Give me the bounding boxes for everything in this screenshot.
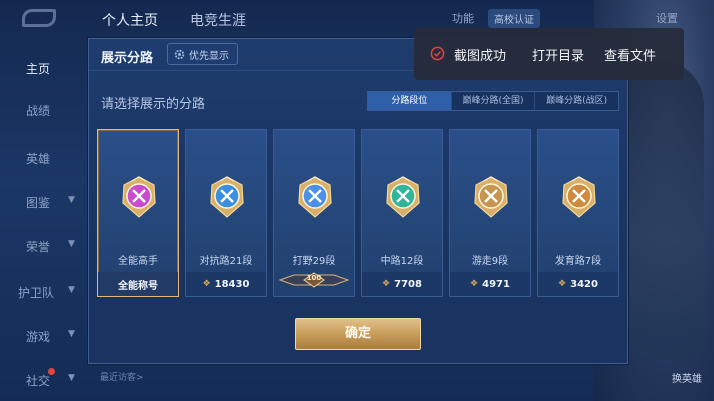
check-circle-icon <box>430 46 445 61</box>
mid-lane-emblem-icon <box>386 176 420 218</box>
lane-card[interactable]: 全能高手 全能称号 <box>97 129 179 297</box>
view-file-link[interactable]: 查看文件 <box>604 45 656 64</box>
dialog-title: 展示分路 <box>101 51 154 66</box>
sidebar-item-label: 游戏 <box>26 330 51 344</box>
lane-card[interactable]: 发育路7段 ❖ 3420 <box>537 129 619 297</box>
settings-button[interactable]: 设置 <box>656 10 678 26</box>
notification-dot <box>48 368 55 375</box>
chevron-down-icon: ▼ <box>68 239 75 249</box>
tab-esports-career[interactable]: 电竞生涯 <box>190 10 246 30</box>
sidebar-item-label: 主页 <box>26 62 51 76</box>
sidebar-item-label: 英雄 <box>26 152 51 166</box>
screenshot-toast: 截图成功 打开目录 查看文件 <box>414 28 684 80</box>
sidebar-item-label: 荣誉 <box>26 240 51 254</box>
lane-score: 全能称号 <box>118 280 158 292</box>
school-auth-badge[interactable]: 高校认证 <box>488 9 540 28</box>
lane-card[interactable]: 打野29段 100 <box>273 129 355 297</box>
lane-card[interactable]: 对抗路21段 ❖ 18430 <box>185 129 267 297</box>
rank-arrow-icon: ❖ <box>558 279 567 289</box>
switch-hero-button[interactable]: 换英雄 <box>672 370 702 385</box>
jungle-emblem-icon <box>298 176 332 218</box>
peak-rank-badge: 100 <box>278 272 350 288</box>
peak-rank-value: 100 <box>306 274 322 282</box>
lane-score: 7708 <box>394 278 422 290</box>
allround-emblem-icon <box>122 176 156 218</box>
sidebar-item-label: 社交 <box>26 374 51 388</box>
chevron-down-icon: ▼ <box>68 373 75 383</box>
tab-peak-national[interactable]: 巅峰分路(全国) <box>450 92 535 110</box>
lane-score-row: 全能称号 <box>98 272 178 296</box>
lane-score-row: ❖ 7708 <box>362 272 442 296</box>
lane-name: 全能高手 <box>118 256 158 267</box>
toast-message: 截图成功 <box>454 49 507 64</box>
lane-score: 18430 <box>214 278 250 290</box>
priority-display-label: 优先显示 <box>189 50 229 62</box>
sidebar-item-label: 护卫队 <box>18 286 55 300</box>
priority-display-button[interactable]: 优先显示 <box>167 43 238 65</box>
confirm-button[interactable]: 确定 <box>295 318 421 350</box>
rank-arrow-icon: ❖ <box>382 279 391 289</box>
lane-name: 对抗路21段 <box>199 256 253 267</box>
lane-score: 4971 <box>482 278 510 290</box>
chevron-down-icon: ▼ <box>68 285 75 295</box>
lane-tabs: 分路段位 巅峰分路(全国) 巅峰分路(战区) <box>367 91 619 111</box>
dialog-prompt: 请选择展示的分路 <box>101 97 206 112</box>
back-logo-icon[interactable] <box>22 9 56 27</box>
chevron-down-icon: ▼ <box>68 195 75 205</box>
lane-card[interactable]: 游走9段 ❖ 4971 <box>449 129 531 297</box>
tab-lane-rank[interactable]: 分路段位 <box>368 92 451 110</box>
lane-display-dialog: 展示分路 优先显示 请选择展示的分路 分路段位 巅峰分路(全国) 巅峰分路(战区… <box>88 38 629 364</box>
roam-emblem-icon <box>474 176 508 218</box>
tab-personal-home[interactable]: 个人主页 <box>102 10 158 30</box>
tab-peak-region[interactable]: 巅峰分路(战区) <box>534 92 618 110</box>
sidebar-item-label: 战绩 <box>26 104 51 118</box>
sidebar: 主页 战绩 英雄 图鉴 ▼ 荣誉 ▼ 护卫队 ▼ 游戏 ▼ 社交 ▼ <box>0 40 84 401</box>
lane-name: 发育路7段 <box>554 256 602 267</box>
rank-arrow-icon: ❖ <box>202 279 211 289</box>
lane-name: 中路12段 <box>380 256 424 267</box>
lane-score-row: ❖ 3420 <box>538 272 618 296</box>
chevron-down-icon: ▼ <box>68 329 75 339</box>
open-directory-link[interactable]: 打开目录 <box>532 45 584 64</box>
gear-icon <box>174 49 185 59</box>
lane-score-row: ❖ 18430 <box>186 272 266 296</box>
farm-lane-emblem-icon <box>562 176 596 218</box>
rank-arrow-icon: ❖ <box>470 279 479 289</box>
sidebar-item-label: 图鉴 <box>26 196 51 210</box>
lane-score: 3420 <box>570 278 598 290</box>
lane-name: 打野29段 <box>292 256 336 267</box>
lane-name: 游走9段 <box>471 256 509 267</box>
lane-card[interactable]: 中路12段 ❖ 7708 <box>361 129 443 297</box>
clash-lane-emblem-icon <box>210 176 244 218</box>
lane-score-row: ❖ 4971 <box>450 272 530 296</box>
feature-label[interactable]: 功能 <box>452 10 474 26</box>
recent-visitors-link[interactable]: 最近访客> <box>100 370 144 383</box>
